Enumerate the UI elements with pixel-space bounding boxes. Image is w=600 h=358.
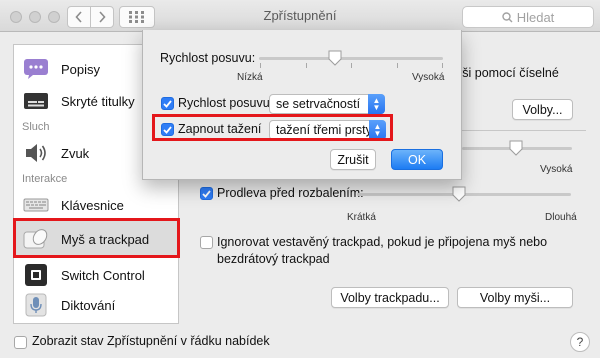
speech-bubble-icon xyxy=(23,57,49,81)
scrolling-popup-value: se setrvačností xyxy=(276,97,361,111)
microphone-icon xyxy=(23,293,49,317)
sidebar-item-label: Switch Control xyxy=(61,267,145,283)
ignore-trackpad-checkbox[interactable] xyxy=(200,236,213,249)
checkmark-icon xyxy=(163,99,172,108)
cancel-button[interactable]: Zrušit xyxy=(330,149,376,170)
search-placeholder: Hledat xyxy=(516,9,555,25)
help-button[interactable]: ? xyxy=(570,332,590,352)
sidebar-item-label: Diktování xyxy=(61,297,116,313)
ok-button[interactable]: OK xyxy=(391,149,443,170)
partial-description: yši pomocí číselné xyxy=(456,66,559,80)
spring-delay-knob[interactable] xyxy=(452,186,466,202)
mouse-options-button[interactable]: Volby myši... xyxy=(457,287,573,308)
scroll-speed-min-label: Nízká xyxy=(237,72,263,83)
sidebar-item-label: Skryté titulky xyxy=(61,93,135,109)
spring-delay-checkbox[interactable] xyxy=(200,187,213,200)
spring-delay-max-label: Dlouhá xyxy=(545,212,577,223)
scroll-speed-slider[interactable] xyxy=(259,57,443,60)
sidebar-item-label: Klávesnice xyxy=(61,197,124,213)
highlight-box-dragging xyxy=(152,114,393,141)
sidebar-item-label: Popisy xyxy=(61,61,101,77)
tick-mark xyxy=(397,63,398,68)
options-button[interactable]: Volby... xyxy=(512,99,573,120)
sidebar-item-dictation[interactable]: Diktování xyxy=(14,287,178,323)
search-field[interactable]: Hledat xyxy=(462,6,594,28)
tick-mark xyxy=(306,63,307,68)
section-hearing: Sluch xyxy=(22,121,50,133)
partial-slider-max-label: Vysoká xyxy=(540,164,573,175)
show-status-label: Zobrazit stav Zpřístupnění v řádku nabíd… xyxy=(32,334,270,348)
spring-delay-min-label: Krátká xyxy=(347,212,376,223)
tick-mark xyxy=(442,63,443,68)
keyboard-icon xyxy=(23,193,49,217)
show-status-checkbox[interactable] xyxy=(14,336,27,349)
captions-icon xyxy=(23,89,49,113)
switch-control-icon xyxy=(23,263,49,287)
title-bar: Zpřístupnění Hledat xyxy=(0,0,600,32)
popup-arrows-icon: ▲ ▼ xyxy=(368,94,385,114)
tick-mark xyxy=(260,63,261,68)
highlight-box-sidebar xyxy=(13,218,180,258)
scroll-speed-label: Rychlost posuvu: xyxy=(160,51,256,65)
partial-slider-knob[interactable] xyxy=(509,140,523,156)
sidebar-item-label: Zvuk xyxy=(61,145,90,161)
trackpad-options-button[interactable]: Volby trackpadu... xyxy=(331,287,449,308)
scrolling-popup[interactable]: se setrvačností ▲ ▼ xyxy=(269,94,385,114)
tick-mark xyxy=(351,63,352,68)
spring-delay-label: Prodleva před rozbalením: xyxy=(217,186,364,200)
scrolling-checkbox[interactable] xyxy=(161,97,174,110)
scroll-speed-knob[interactable] xyxy=(328,50,342,66)
scrolling-checkbox-label: Rychlost posuvu xyxy=(178,96,270,110)
mouse-options-sheet: Rychlost posuvu: Nízká Vysoká Rychlost p… xyxy=(142,30,462,180)
scroll-speed-max-label: Vysoká xyxy=(412,72,445,83)
ignore-trackpad-label: Ignorovat vestavěný trackpad, pokud je p… xyxy=(217,235,548,266)
checkmark-icon xyxy=(202,189,211,198)
search-icon xyxy=(502,11,513,22)
section-interaction: Interakce xyxy=(22,173,68,185)
speaker-icon xyxy=(23,141,49,165)
